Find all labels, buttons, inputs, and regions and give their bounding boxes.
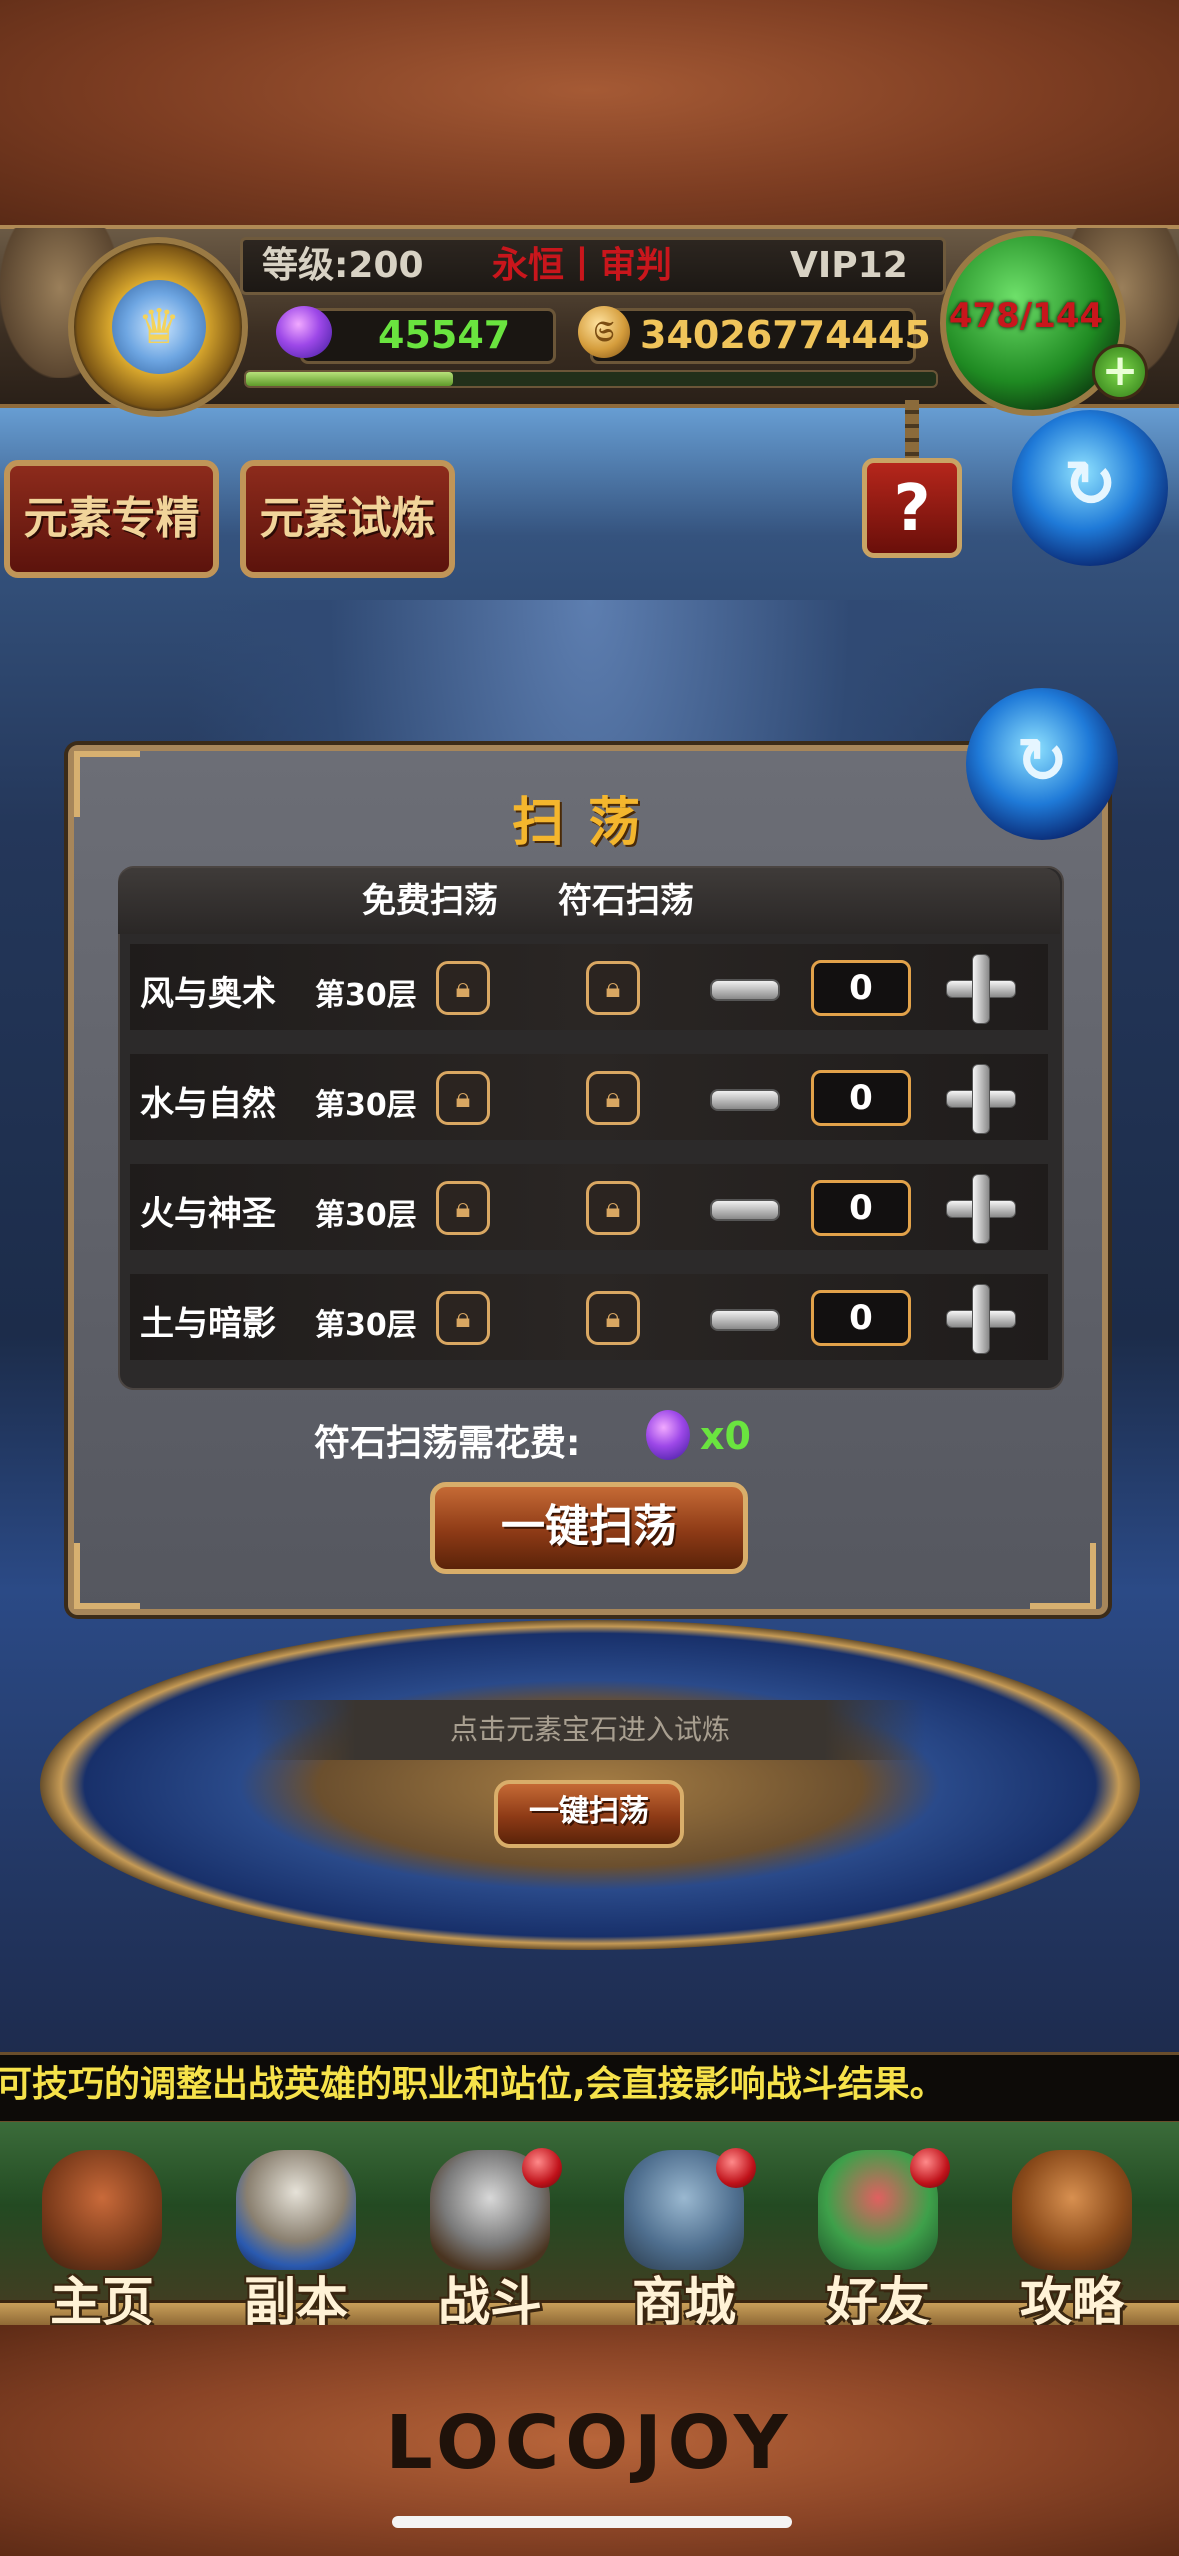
dialog-corner-ornament (1030, 1543, 1096, 1609)
locojoy-logo: LOCOJOY (385, 2400, 794, 2486)
nav-guide-label: 攻略 (1019, 2273, 1124, 2333)
crown-emblem-icon: ♛ (112, 280, 206, 374)
energy-count: 478/144 (948, 296, 1104, 336)
quantity-field[interactable]: 0 (811, 960, 911, 1016)
trial-name: 水与自然 (140, 1084, 276, 1124)
coin-icon: 𝔖 (578, 306, 630, 358)
rune-cost-value: x0 (700, 1414, 751, 1458)
lock-icon: 🔒︎ (586, 961, 640, 1015)
increase-button[interactable] (946, 1064, 1016, 1134)
nav-friends-label: 好友 (825, 2273, 930, 2333)
level-label: 等级:200 (262, 245, 424, 286)
notification-dot (910, 2148, 950, 2188)
nav-home[interactable]: 主页 (14, 2140, 190, 2333)
skull-icon (236, 2150, 356, 2270)
nav-dungeon[interactable]: 副本 (208, 2140, 384, 2333)
top-leather-decoration (0, 0, 1179, 225)
trial-floor: 第30层 (315, 1198, 417, 1233)
rank-title: 永恒丨审判 (492, 245, 673, 286)
header-rune-sweep: 符石扫荡 (558, 881, 694, 921)
nav-home-label: 主页 (49, 2273, 154, 2333)
nav-battle-label: 战斗 (437, 2273, 542, 2333)
trial-name: 土与暗影 (140, 1304, 276, 1344)
trial-floor: 第30层 (315, 978, 417, 1013)
close-dialog-button[interactable]: ↻ (966, 688, 1118, 840)
trial-hint: 点击元素宝石进入试炼 (255, 1700, 925, 1760)
nav-shop[interactable]: 商城 (596, 2140, 772, 2333)
chain-decoration (905, 400, 919, 458)
nav-battle[interactable]: 战斗 (402, 2140, 578, 2333)
increase-button[interactable] (946, 1174, 1016, 1244)
lock-icon: 🔒︎ (586, 1291, 640, 1345)
help-button[interactable]: ? (862, 458, 962, 558)
nav-dungeon-label: 副本 (243, 2273, 348, 2333)
trial-name: 风与奥术 (140, 974, 276, 1014)
tab-element-mastery[interactable]: 元素专精 (4, 460, 219, 578)
dialog-title: 扫荡 (511, 793, 664, 853)
xp-bar (244, 370, 938, 388)
increase-button[interactable] (946, 1284, 1016, 1354)
trial-floor: 第30层 (315, 1308, 417, 1343)
house-icon (42, 2150, 162, 2270)
sweep-all-button[interactable]: 一键扫荡 (430, 1482, 748, 1574)
notification-dot (716, 2148, 756, 2188)
quantity-field[interactable]: 0 (811, 1290, 911, 1346)
add-energy-button[interactable]: + (1092, 344, 1148, 400)
quantity-field[interactable]: 0 (811, 1180, 911, 1236)
home-indicator[interactable] (392, 2516, 792, 2528)
dialog-corner-ornament (74, 1543, 140, 1609)
decrease-button[interactable] (710, 1089, 780, 1111)
increase-button[interactable] (946, 954, 1016, 1024)
sweep-all-button-background[interactable]: 一键扫荡 (494, 1780, 684, 1848)
nav-guide[interactable]: 攻略 (984, 2140, 1160, 2333)
lock-icon: 🔒︎ (436, 1291, 490, 1345)
lock-icon: 🔒︎ (586, 1181, 640, 1235)
trial-name: 火与神圣 (140, 1194, 276, 1234)
decrease-button[interactable] (710, 1199, 780, 1221)
vip-label[interactable]: VIP12 (790, 240, 908, 292)
lock-icon: 🔒︎ (436, 961, 490, 1015)
nav-friends[interactable]: 好友 (790, 2140, 966, 2333)
nav-shop-label: 商城 (631, 2273, 736, 2333)
back-button[interactable]: ↻ (1012, 410, 1168, 566)
tab-element-trial[interactable]: 元素试炼 (240, 460, 455, 578)
lock-icon: 🔒︎ (586, 1071, 640, 1125)
gem-icon (276, 306, 332, 358)
notification-dot (522, 2148, 562, 2188)
decrease-button[interactable] (710, 979, 780, 1001)
header-free-sweep: 免费扫荡 (362, 881, 498, 921)
decrease-button[interactable] (710, 1309, 780, 1331)
tip-text: 可技巧的调整出战英雄的职业和站位,会直接影响战斗结果。 (0, 2064, 946, 2105)
gem-count: 45547 (378, 313, 511, 357)
rune-cost-label: 符石扫荡需花费: (314, 1423, 581, 1464)
quantity-field[interactable]: 0 (811, 1070, 911, 1126)
lock-icon: 🔒︎ (436, 1181, 490, 1235)
xp-bar-fill (246, 372, 453, 386)
book-icon (1012, 2150, 1132, 2270)
trial-floor: 第30层 (315, 1088, 417, 1123)
gold-count: 34026774445 (640, 313, 931, 357)
gem-icon (646, 1410, 690, 1460)
lock-icon: 🔒︎ (436, 1071, 490, 1125)
